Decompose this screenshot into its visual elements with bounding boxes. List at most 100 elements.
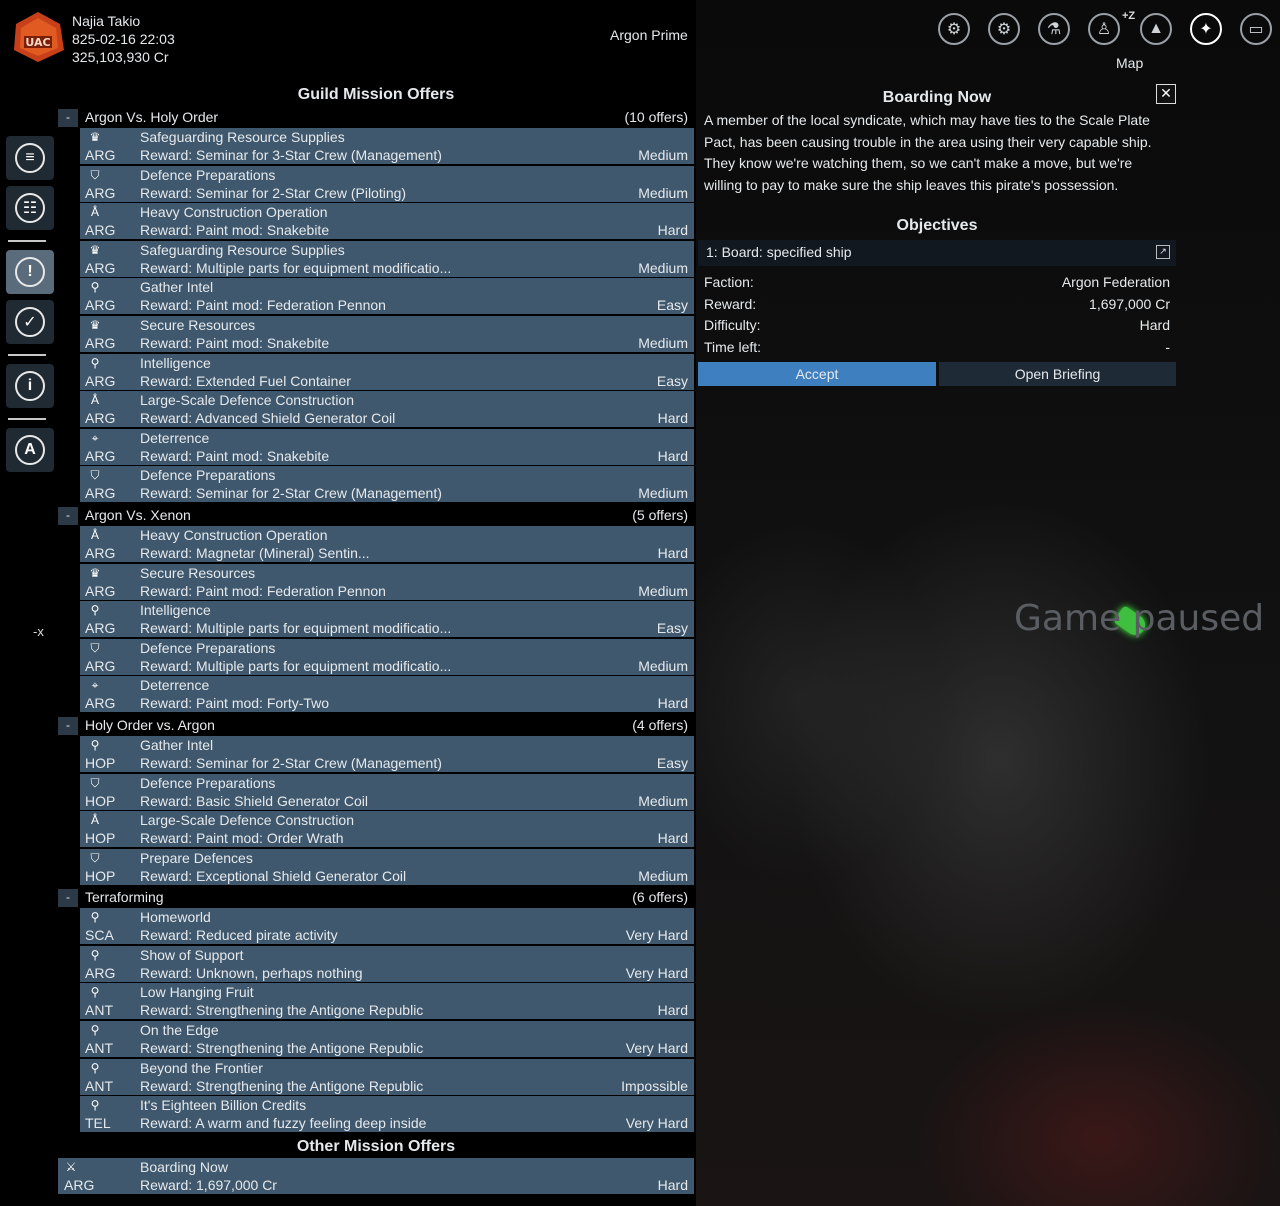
mission-difficulty: Easy	[656, 620, 688, 637]
time-left-label: Time left:	[704, 338, 762, 355]
research-flask-icon[interactable]: ⚗	[1038, 13, 1070, 45]
sidebar-list-button[interactable]: ≡	[6, 136, 54, 180]
mission-row[interactable]: ⚲ Gather Intel HOP Reward: Seminar for 2-St…	[80, 735, 694, 772]
map-star-icon[interactable]: ✦	[1190, 13, 1222, 45]
mission-name: Homeworld	[140, 909, 211, 926]
objective-row[interactable]: 1: Board: specified ship ↗	[698, 240, 1176, 266]
mission-row[interactable]: ⚲ On the Edge ANT Reward: Strengthening the…	[80, 1021, 694, 1058]
sidebar-mission-manager-button[interactable]: ✓	[6, 300, 54, 344]
mission-row[interactable]: ⛉ Prepare Defences HOP Reward: Exceptional …	[80, 848, 694, 885]
reward-label: Reward:	[704, 295, 757, 312]
bulb-icon: ⚲	[90, 280, 100, 295]
object-settings-icon[interactable]: ⚙	[988, 13, 1020, 45]
mission-row[interactable]: ♛ Secure Resources ARG Reward: Paint mod: F…	[80, 563, 694, 600]
bulb-icon: ⚲	[90, 1023, 100, 1038]
ship-icon[interactable]: ▲	[1140, 13, 1172, 45]
sidebar-mission-offers-button[interactable]: !	[6, 250, 54, 294]
mission-row[interactable]: Å Heavy Construction Operation ARG Reward: …	[80, 525, 694, 562]
mission-info: Faction: Argon Federation Reward: 1,697,00…	[698, 272, 1176, 358]
shield-icon: ⛉	[90, 775, 100, 790]
mission-name: Secure Resources	[140, 564, 256, 581]
mission-reward: Reward: Paint mod: Federation Pennon	[140, 582, 386, 599]
mission-reward: Reward: Paint mod: Order Wrath	[140, 830, 344, 847]
objectives-title: Objectives	[896, 217, 978, 234]
collapse-icon[interactable]: -	[58, 506, 78, 525]
mission-reward: Reward: Paint mod: Snakebite	[140, 222, 330, 239]
mission-name: Intelligence	[140, 602, 211, 619]
crosshair-icon: ⌖	[91, 430, 99, 445]
mission-faction: ANT	[85, 1077, 113, 1094]
close-icon[interactable]: ✕	[1156, 84, 1176, 104]
mission-faction: SCA	[85, 927, 114, 944]
crosshair-icon: ⌖	[91, 678, 99, 693]
mission-faction: ANT	[85, 1040, 113, 1057]
collapse-icon[interactable]: -	[58, 109, 78, 127]
mission-row[interactable]: ⚔ Boarding Now ARG Reward: 1,697,000 Cr Hard	[58, 1157, 694, 1194]
mission-row[interactable]: Å Large-Scale Defence Construction ARG Rewa…	[80, 391, 694, 428]
mission-row[interactable]: ⛉ Defence Preparations ARG Reward: Seminar …	[80, 466, 694, 503]
mission-faction: HOP	[85, 830, 116, 847]
settings-icon[interactable]: ⚙	[938, 13, 970, 45]
mission-row[interactable]: ⚲ Homeworld SCA Reward: Reduced pirate acti…	[80, 908, 694, 945]
mission-row[interactable]: ⚲ Intelligence ARG Reward: Extended Fuel Co…	[80, 353, 694, 390]
other-offers-title: Other Mission Offers	[296, 1137, 456, 1155]
mission-row[interactable]: ⛉ Defence Preparations HOP Reward: Basic Sh…	[80, 773, 694, 810]
mission-row[interactable]: ⚲ Gather Intel ARG Reward: Paint mod: Feder…	[80, 278, 694, 315]
player-info-icon[interactable]: ♙	[1088, 13, 1120, 45]
mission-difficulty: Medium	[638, 334, 688, 351]
mission-difficulty: Hard	[657, 544, 688, 561]
mission-row[interactable]: ♛ Safeguarding Resource Supplies ARG Reward…	[80, 128, 694, 164]
mission-row[interactable]: Å Large-Scale Defence Construction HOP Rewa…	[80, 811, 694, 848]
mission-row[interactable]: ⛉ Defence Preparations ARG Reward: Multiple…	[80, 638, 694, 675]
group-header[interactable]: - Argon Vs. Holy Order (10 offers)	[58, 106, 694, 128]
sidebar-info-button[interactable]: i	[6, 364, 54, 408]
mission-reward: Reward: Exceptional Shield Generator Coi…	[140, 867, 407, 884]
mission-difficulty: Medium	[638, 485, 688, 502]
mission-difficulty: Very Hard	[625, 964, 688, 981]
group-header[interactable]: - Holy Order vs. Argon (4 offers)	[58, 714, 694, 736]
mission-faction: ARG	[85, 147, 116, 163]
external-link-icon[interactable]: ↗	[1156, 245, 1170, 259]
mission-faction: ARG	[85, 184, 116, 201]
axis-label: -x	[33, 624, 44, 639]
mission-faction: HOP	[85, 792, 116, 809]
mission-row[interactable]: ⚲ Intelligence ARG Reward: Multiple parts f…	[80, 601, 694, 638]
sidebar-divider	[8, 418, 46, 420]
mission-difficulty: Hard	[657, 695, 688, 712]
group-header[interactable]: - Terraforming (6 offers)	[58, 886, 694, 908]
mission-row[interactable]: Å Heavy Construction Operation ARG Reward: …	[80, 203, 694, 240]
bulb-icon: ⚲	[90, 1060, 100, 1075]
accept-button[interactable]: Accept	[698, 362, 936, 386]
objective-text: 1: Board: specified ship	[706, 244, 852, 260]
mission-reward: Reward: Seminar for 3-Star Crew (Managem…	[140, 147, 442, 163]
mission-row[interactable]: ⚲ Low Hanging Fruit ANT Reward: Strengtheni…	[80, 983, 694, 1020]
mission-row[interactable]: ⚲ Beyond the Frontier ANT Reward: Strengthe…	[80, 1058, 694, 1095]
sidebar-people-button[interactable]: ☷	[6, 186, 54, 230]
mission-row[interactable]: ♛ Secure Resources ARG Reward: Paint mod: S…	[80, 315, 694, 352]
group-offer-count: (4 offers)	[632, 716, 688, 733]
difficulty-value: Hard	[1139, 317, 1170, 333]
mission-row[interactable]: ⌖ Deterrence ARG Reward: Paint mod: Snakebi…	[80, 428, 694, 465]
collapse-icon[interactable]: -	[58, 889, 78, 908]
mission-detail-panel: Boarding Now ✕ A member of the local syn…	[698, 84, 1176, 386]
encyclopedia-icon[interactable]: ▭	[1240, 13, 1272, 45]
bulb-icon: ⚲	[90, 947, 100, 962]
mission-row[interactable]: ⚲ It's Eighteen Billion Credits TEL Reward:…	[80, 1096, 694, 1133]
open-briefing-button[interactable]: Open Briefing	[939, 362, 1176, 386]
sidebar-build-button[interactable]: A	[6, 428, 54, 472]
mission-difficulty: Easy	[656, 372, 688, 389]
mission-reward: Reward: Seminar for 2-Star Crew (Pilotin…	[140, 184, 407, 201]
reward-row: Reward: 1,697,000 Cr	[698, 294, 1176, 316]
group-offer-count: (5 offers)	[632, 506, 688, 523]
game-paused-text: Game paused	[1014, 598, 1265, 639]
mission-faction: ARG	[85, 657, 116, 674]
mission-difficulty: Medium	[638, 792, 688, 809]
mission-row[interactable]: ⌖ Deterrence ARG Reward: Paint mod: Forty-T…	[80, 676, 694, 713]
mission-difficulty: Hard	[657, 222, 688, 239]
group-header[interactable]: - Argon Vs. Xenon (5 offers)	[58, 504, 694, 526]
mission-row[interactable]: ♛ Safeguarding Resource Supplies ARG Reward…	[80, 240, 694, 277]
mission-row[interactable]: ⚲ Show of Support ARG Reward: Unknown, perh…	[80, 945, 694, 982]
mission-row[interactable]: ⛉ Defence Preparations ARG Reward: Seminar …	[80, 165, 694, 202]
collapse-icon[interactable]: -	[58, 716, 78, 735]
shield-crown-icon: ♛	[89, 130, 101, 144]
